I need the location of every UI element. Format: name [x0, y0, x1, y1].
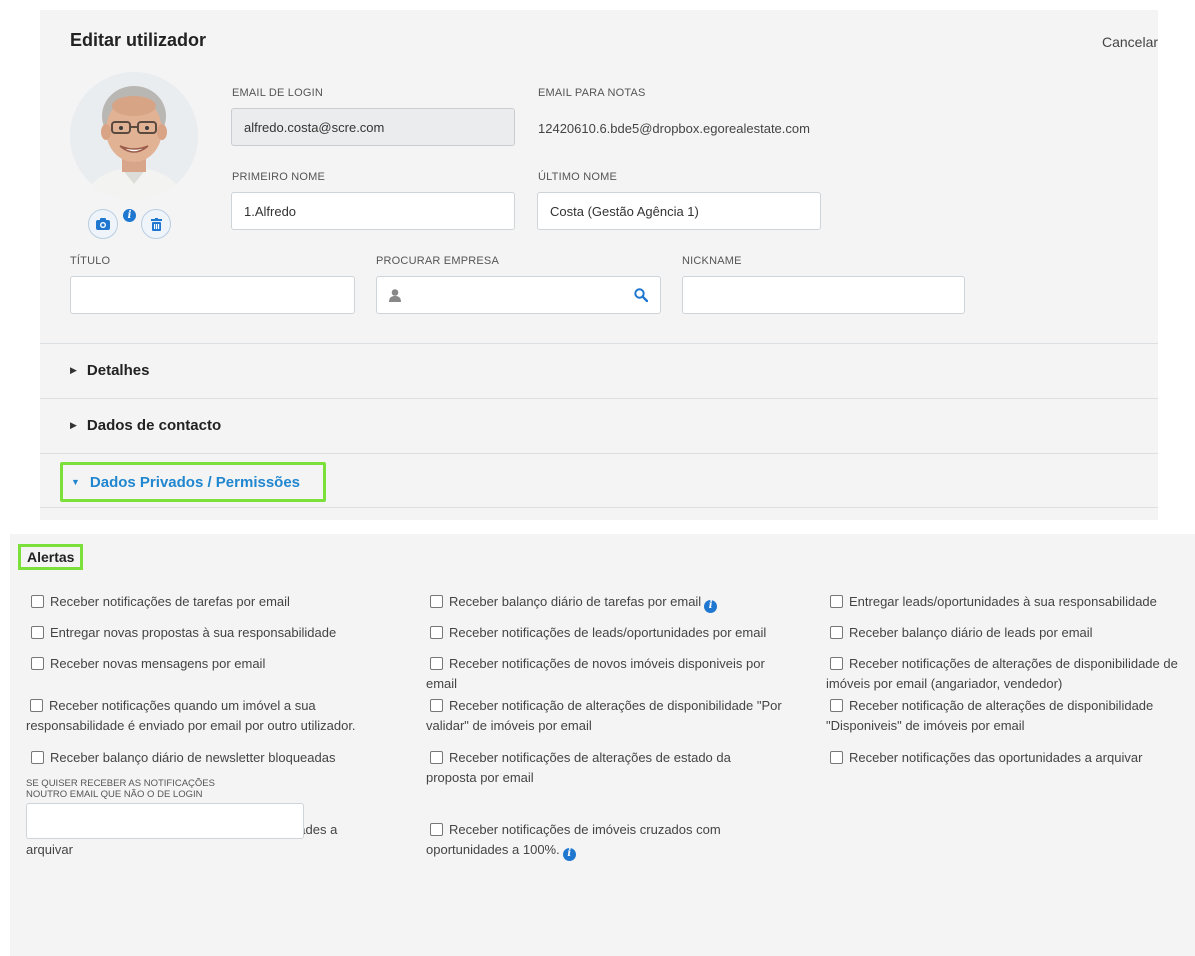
section-dados-contacto[interactable]: ▶ Dados de contacto	[40, 398, 1158, 452]
divider	[40, 507, 1158, 508]
alert-checkbox[interactable]	[830, 699, 843, 712]
nickname-label: NICKNAME	[682, 255, 742, 267]
alert-checkbox[interactable]	[430, 751, 443, 764]
camera-icon	[96, 218, 110, 230]
alert-checkbox[interactable]	[430, 626, 443, 639]
alert-label: Receber notificações de leads/oportunida…	[449, 625, 767, 640]
section-dados-contacto-label: Dados de contacto	[86, 417, 222, 434]
caret-right-icon: ▶	[70, 420, 77, 430]
edit-user-panel: Editar utilizador Cancelar i EMAIL DE LO…	[40, 10, 1158, 520]
last-name-label: ÚLTIMO NOME	[538, 171, 617, 183]
caret-right-icon: ▶	[70, 365, 77, 375]
alt-email-label-line: SE QUISER RECEBER AS NOTIFICAÇÕES	[26, 778, 215, 789]
alert-checkbox[interactable]	[830, 751, 843, 764]
alert-label: Receber notificação de alterações de dis…	[426, 698, 782, 733]
alert-item[interactable]: Receber notificações de tarefas por emai…	[31, 592, 411, 612]
login-email-label: EMAIL DE LOGIN	[232, 87, 324, 99]
cancel-link[interactable]: Cancelar	[1102, 34, 1158, 50]
alert-checkbox[interactable]	[830, 595, 843, 608]
alert-label: Receber balanço diário de tarefas por em…	[449, 594, 702, 609]
alerts-panel: Alertas Receber notificações de tarefas …	[10, 534, 1195, 956]
alert-label: Receber balanço diário de newsletter blo…	[50, 750, 336, 765]
info-icon[interactable]: i	[123, 209, 136, 222]
page-title: Editar utilizador	[70, 30, 207, 50]
alert-item[interactable]: Receber notificação de alterações de dis…	[426, 696, 796, 736]
alt-email-field[interactable]	[26, 803, 304, 839]
alert-item[interactable]: Receber notificações de novos imóveis di…	[426, 654, 796, 694]
nickname-field[interactable]	[682, 276, 965, 314]
alert-item[interactable]: Receber notificações das oportunidades a…	[830, 748, 1195, 768]
alert-label: Receber notificações de alterações de es…	[426, 750, 731, 785]
alert-label: Receber notificações de novos imóveis di…	[426, 656, 765, 691]
avatar-photo	[70, 72, 198, 200]
info-icon[interactable]: i	[704, 599, 718, 613]
last-name-field[interactable]: Costa (Gestão Agência 1)	[537, 192, 821, 230]
trash-icon	[150, 217, 162, 231]
alert-label: Receber notificações das oportunidades a…	[849, 750, 1143, 765]
alert-item[interactable]: Entregar leads/oportunidades à sua respo…	[830, 592, 1195, 612]
alt-email-label: SE QUISER RECEBER AS NOTIFICAÇÕES NOUTRO…	[26, 778, 306, 800]
alert-checkbox[interactable]	[31, 595, 44, 608]
alert-item[interactable]: Receber notificações de alterações de di…	[826, 654, 1195, 694]
delete-photo-button[interactable]	[141, 209, 171, 239]
alert-checkbox[interactable]	[31, 626, 44, 639]
caret-down-icon: ▼	[71, 477, 80, 487]
company-label: PROCURAR EMPRESA	[376, 255, 499, 267]
alt-email-label-line: NOUTRO EMAIL QUE NÃO O DE LOGIN	[26, 789, 203, 800]
alert-item[interactable]: Receber balanço diário de tarefas por em…	[430, 592, 810, 613]
first-name-label: PRIMEIRO NOME	[232, 171, 326, 183]
alert-checkbox[interactable]	[31, 751, 44, 764]
alert-checkbox[interactable]	[430, 699, 443, 712]
alert-checkbox[interactable]	[30, 699, 43, 712]
notes-email-label: EMAIL PARA NOTAS	[538, 87, 646, 99]
alert-item[interactable]: Receber notificação de alterações de dis…	[826, 696, 1195, 736]
alert-item[interactable]: Entregar novas propostas à sua responsab…	[31, 623, 411, 643]
alert-label: Receber notificação de alterações de dis…	[826, 698, 1154, 733]
alert-label: Receber balanço diário de leads por emai…	[849, 625, 1093, 640]
alert-item[interactable]: Receber balanço diário de newsletter blo…	[31, 748, 411, 768]
camera-button[interactable]	[88, 209, 118, 239]
section-detalhes[interactable]: ▶ Detalhes	[40, 343, 1158, 397]
alert-label: Receber notificações de tarefas por emai…	[50, 594, 290, 609]
alert-checkbox[interactable]	[830, 626, 843, 639]
search-icon[interactable]	[634, 288, 648, 302]
alerts-title: Alertas	[18, 544, 84, 570]
alert-checkbox[interactable]	[830, 657, 843, 670]
first-name-field[interactable]: 1.Alfredo	[231, 192, 515, 230]
avatar	[70, 72, 198, 200]
alert-item[interactable]: Receber notificações de imóveis cruzados…	[426, 820, 771, 861]
alert-item[interactable]: Receber novas mensagens por email	[31, 654, 411, 674]
login-email-field: alfredo.costa@scre.com	[231, 108, 515, 146]
user-icon	[389, 288, 401, 302]
title-label: TÍTULO	[70, 255, 111, 267]
alert-label: Entregar novas propostas à sua responsab…	[50, 625, 337, 640]
title-field[interactable]	[70, 276, 355, 314]
alert-item[interactable]: Receber notificações de alterações de es…	[426, 748, 781, 788]
alert-checkbox[interactable]	[430, 657, 443, 670]
alert-checkbox[interactable]	[430, 595, 443, 608]
alert-checkbox[interactable]	[430, 823, 443, 836]
alert-label: Receber notificações de alterações de di…	[826, 656, 1178, 691]
alert-checkbox[interactable]	[31, 657, 44, 670]
alert-item[interactable]: Receber notificações quando um imóvel a …	[26, 696, 396, 736]
notes-email-value: 12420610.6.bde5@dropbox.egorealestate.co…	[538, 121, 810, 136]
alert-item[interactable]: Receber notificações de leads/oportunida…	[430, 623, 810, 643]
section-dados-privados-label: Dados Privados / Permissões	[89, 473, 301, 491]
section-detalhes-label: Detalhes	[86, 362, 150, 379]
alert-item[interactable]: Receber balanço diário de leads por emai…	[830, 623, 1195, 643]
alert-label: Entregar leads/oportunidades à sua respo…	[849, 594, 1157, 609]
section-dados-privados[interactable]: ▼ Dados Privados / Permissões	[60, 462, 326, 502]
alert-label: Receber novas mensagens por email	[50, 656, 266, 671]
company-search-field[interactable]	[376, 276, 661, 314]
info-icon[interactable]: i	[562, 847, 576, 861]
alert-label: Receber notificações quando um imóvel a …	[26, 698, 356, 733]
